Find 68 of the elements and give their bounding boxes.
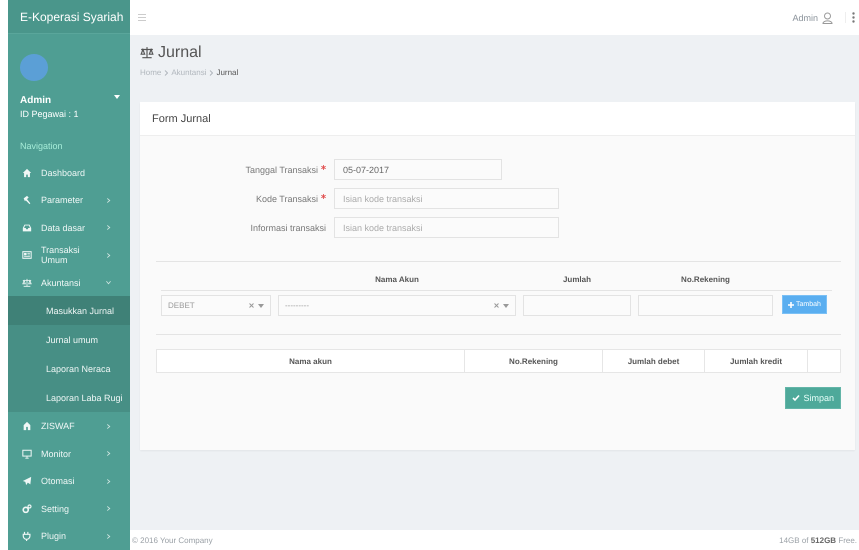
card-title: Form Jurnal <box>140 102 855 136</box>
inbox-icon <box>22 222 32 233</box>
save-button[interactable]: Simpan <box>785 387 841 409</box>
account-select[interactable]: --------- <box>278 295 516 316</box>
column-header: No.Rekening <box>680 274 731 286</box>
newspaper-icon <box>22 250 32 260</box>
account-number-field[interactable] <box>638 295 773 316</box>
table-header: Jumlah kredit <box>705 350 808 372</box>
nav-item[interactable]: Data dasar <box>8 214 130 242</box>
nav-item[interactable]: Dashboard <box>8 158 130 186</box>
chevron-icon <box>164 70 168 76</box>
clear-icon[interactable] <box>249 303 254 308</box>
check-icon <box>792 394 800 402</box>
nav-heading: Navigation <box>19 140 64 153</box>
building-icon <box>22 421 32 432</box>
gears-icon <box>22 504 32 514</box>
nav-item[interactable]: Setting <box>8 494 130 522</box>
avatar <box>20 54 48 81</box>
breadcrumb-link[interactable]: Jurnal <box>216 68 238 77</box>
copyright-text: © 2016 Your Company <box>132 536 213 544</box>
nav-item[interactable]: Otomasi <box>8 467 130 495</box>
nav-subitem[interactable]: Laporan Neraca <box>8 354 130 384</box>
dropdown-icon[interactable] <box>503 304 509 308</box>
app-title: E-Koperasi Syariah <box>8 0 130 34</box>
scale-icon <box>22 278 32 288</box>
nav-item[interactable]: Akuntansi <box>8 268 130 296</box>
menu-icon[interactable] <box>138 14 146 21</box>
field-label: Tanggal Transaksi <box>245 164 318 174</box>
user-menu[interactable]: Admin <box>792 12 818 22</box>
clear-icon[interactable] <box>494 303 499 308</box>
table-header: No.Rekening <box>465 350 603 372</box>
nav-item[interactable]: Transaksi Umum <box>8 241 130 269</box>
plug-icon <box>22 531 32 542</box>
user-name: Admin <box>20 94 52 106</box>
nav-subitem[interactable]: Laporan Laba Rugi <box>8 383 130 412</box>
employee-id: ID Pegawai : 1 <box>19 108 80 119</box>
more-icon[interactable] <box>845 12 855 23</box>
nav-item[interactable]: Parameter <box>8 186 130 214</box>
hammer-icon <box>22 195 32 206</box>
table-header: Nama akun <box>157 350 465 372</box>
user-icon[interactable] <box>822 12 833 24</box>
table-header: Jumlah debet <box>603 350 705 372</box>
breadcrumb-link[interactable]: Akuntansi <box>171 68 206 77</box>
nav-item[interactable]: ZISWAF <box>8 412 130 440</box>
nav-subitem[interactable]: Masukkan Jurnal <box>8 296 130 326</box>
scale-icon <box>140 46 154 60</box>
plus-icon <box>788 302 794 308</box>
nav-item[interactable]: Monitor <box>8 440 130 468</box>
paper-plane-icon <box>22 476 32 486</box>
type-select[interactable]: DEBET <box>161 295 271 316</box>
home-icon <box>22 168 32 178</box>
date-field[interactable]: 05-07-2017 <box>334 159 502 180</box>
input-field[interactable]: Isian kode transaksi <box>334 188 559 209</box>
column-header: Jumlah <box>562 274 592 286</box>
nav-subitem[interactable]: Jurnal umum <box>8 325 130 354</box>
breadcrumb-link[interactable]: Home <box>140 68 162 77</box>
column-header: Nama Akun <box>374 274 420 286</box>
page-title: Jurnal <box>158 44 202 62</box>
field-label: Informasi transaksi <box>250 222 326 232</box>
dropdown-icon[interactable] <box>258 304 264 308</box>
chevron-icon <box>209 70 214 76</box>
monitor-icon <box>22 448 32 459</box>
amount-field[interactable] <box>523 295 631 316</box>
field-label: Kode Transaksi <box>256 194 318 204</box>
nav-item[interactable]: Plugin <box>8 522 130 550</box>
storage-text: 14GB of 512GB Free. <box>779 536 857 544</box>
input-field[interactable]: Isian kode transaksi <box>334 217 559 238</box>
caret-icon[interactable] <box>114 94 120 99</box>
